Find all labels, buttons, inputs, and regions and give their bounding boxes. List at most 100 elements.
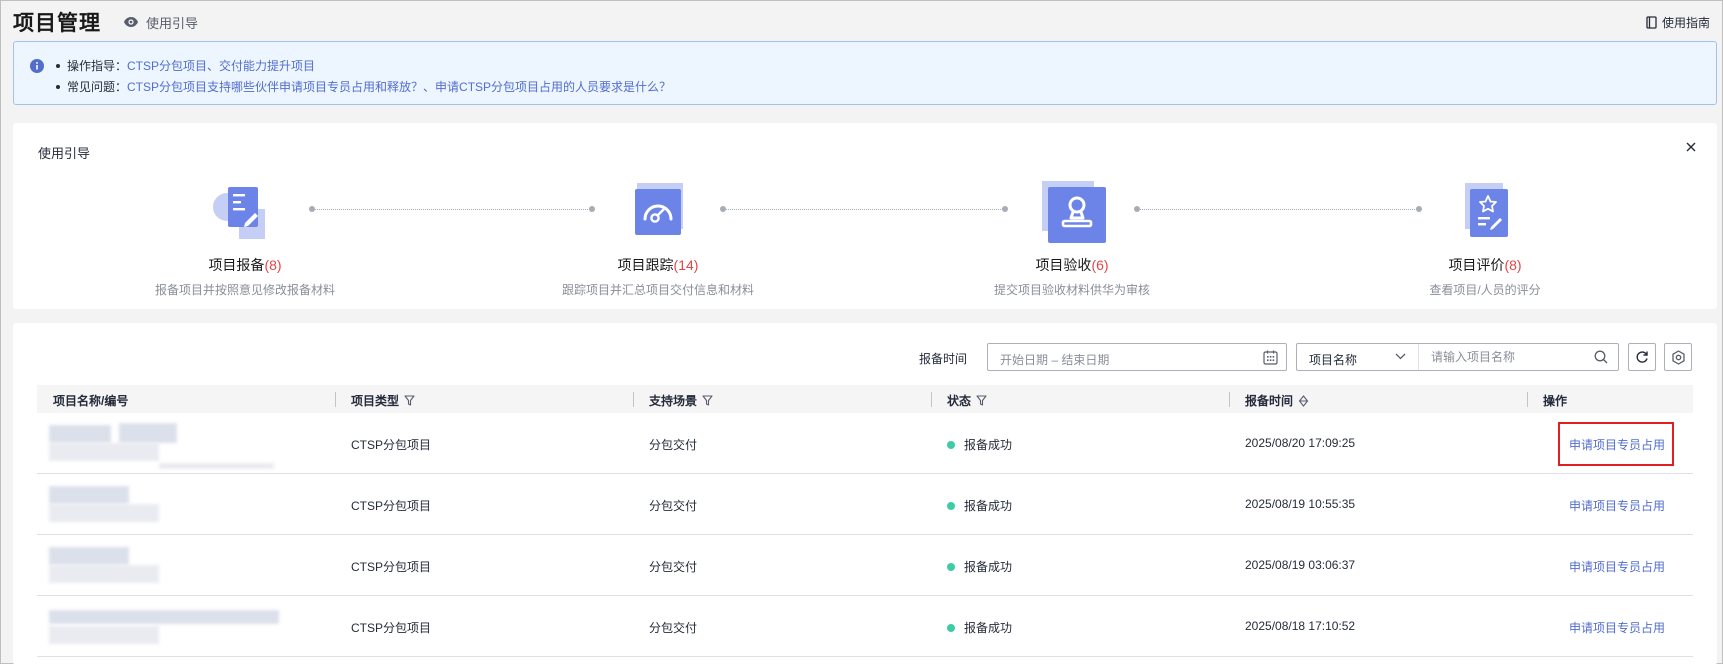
stamp-icon: [1032, 181, 1112, 247]
project-type: CTSP分包项目: [351, 621, 432, 635]
status-cell: 报备成功: [947, 558, 1012, 575]
status-success-dot: [947, 502, 955, 510]
step-count: (8): [1504, 257, 1522, 273]
column-header-type: 项目类型: [351, 392, 415, 409]
bullet: [56, 63, 60, 68]
status-success-dot: [947, 563, 955, 571]
banner-faq-link-2[interactable]: 申请CTSP分包项目占用的人员要求是什么？: [435, 78, 671, 95]
guide-panel-title: 使用引导: [38, 146, 91, 161]
banner-guide-link[interactable]: CTSP分包项目、交付能力提升项目: [127, 57, 315, 74]
step-description: 报备项目并按照意见修改报备材料: [154, 283, 335, 297]
guide-step-acceptance[interactable]: 项目验收(6) 提交项目验收材料供华为审核: [942, 181, 1202, 298]
column-divider: [335, 392, 336, 407]
step-name: 项目验收: [1035, 257, 1092, 273]
guide-toggle-label: 使用引导: [146, 15, 199, 31]
status-text: 报备成功: [964, 438, 1013, 452]
refresh-icon: [1636, 351, 1648, 363]
column-header-report-time: 报备时间: [1245, 392, 1309, 409]
column-divider: [1527, 392, 1528, 407]
table-row: CTSP分包项目 分包交付 报备成功 2025/08/19 10:55:35 申…: [37, 474, 1693, 535]
banner-guide-prefix: 操作指导：: [67, 59, 128, 73]
project-type: CTSP分包项目: [351, 560, 432, 574]
report-time: 2025/08/18 17:10:52: [1245, 619, 1356, 633]
table-header: 项目名称/编号 项目类型 支持场景 状态 报备时间 操作: [37, 385, 1693, 413]
status-text: 报备成功: [964, 560, 1013, 574]
gauge-icon: [618, 181, 698, 247]
table-row: CTSP分包项目 分包交付 报备成功 2025/08/20 17:09:25 申…: [37, 413, 1693, 474]
page-title: 项目管理: [13, 12, 101, 35]
status-cell: 报备成功: [947, 436, 1012, 453]
column-divider: [633, 392, 634, 407]
bullet: [56, 84, 60, 89]
column-title: 项目类型: [351, 394, 400, 408]
column-header-status: 状态: [947, 392, 987, 409]
step-name: 项目评价: [1448, 257, 1505, 273]
step-label: 项目验收(6): [942, 255, 1202, 275]
step-count: (14): [673, 257, 699, 273]
column-header-scene: 支持场景: [649, 392, 713, 409]
report-time: 2025/08/19 03:06:37: [1245, 558, 1356, 572]
filter-icon[interactable]: [976, 395, 987, 406]
guide-step-evaluation[interactable]: 项目评价(8) 查看项目/人员的评分: [1355, 181, 1615, 298]
project-type: CTSP分包项目: [351, 438, 432, 452]
step-name: 项目跟踪: [617, 257, 674, 273]
search-icon[interactable]: [1594, 350, 1608, 364]
banner-faq-separator: 、: [423, 80, 436, 94]
banner-faq-link-1[interactable]: CTSP分包项目支持哪些伙伴申请项目专员占用和释放？: [127, 78, 423, 95]
report-time: 2025/08/19 10:55:35: [1245, 497, 1356, 511]
apply-specialist-link[interactable]: 申请项目专员占用: [1569, 558, 1665, 575]
user-manual-link[interactable]: 使用指南: [1646, 14, 1710, 31]
search-field-select[interactable]: 项目名称: [1297, 344, 1419, 370]
settings-button[interactable]: [1664, 343, 1692, 371]
guide-step-report[interactable]: 项目报备(8) 报备项目并按照意见修改报备材料: [115, 181, 375, 298]
column-header-action: 操作: [1543, 392, 1567, 409]
banner-faq-prefix: 常见问题：: [67, 80, 128, 94]
step-label: 项目评价(8): [1355, 255, 1615, 275]
project-list-panel: 报备时间 开始日期 – 结束日期 项目名称 请输入项目名称 项目名称/编号 项目…: [13, 323, 1717, 664]
project-table: 项目名称/编号 项目类型 支持场景 状态 报备时间 操作 CTSP分包项目 分包…: [37, 385, 1693, 657]
date-range-picker[interactable]: 开始日期 – 结束日期: [987, 343, 1287, 371]
step-description: 查看项目/人员的评分: [1429, 283, 1541, 297]
step-name: 项目报备: [208, 257, 265, 273]
project-name-search-input[interactable]: [1431, 344, 1591, 370]
search-field-value: 项目名称: [1309, 353, 1358, 367]
table-row: CTSP分包项目 分包交付 报备成功 2025/08/18 17:10:52 申…: [37, 596, 1693, 657]
apply-specialist-link[interactable]: 申请项目专员占用: [1569, 497, 1665, 514]
guide-step-tracking[interactable]: 项目跟踪(14) 跟踪项目并汇总项目交付信息和材料: [528, 181, 788, 298]
filter-icon[interactable]: [404, 395, 415, 406]
step-label: 项目报备(8): [115, 255, 375, 275]
eye-icon: [124, 17, 138, 27]
project-type: CTSP分包项目: [351, 499, 432, 513]
support-scene: 分包交付: [649, 438, 698, 452]
project-search-group: 项目名称: [1296, 343, 1619, 371]
column-title: 操作: [1543, 394, 1568, 408]
star-document-icon: [1445, 181, 1525, 247]
refresh-button[interactable]: [1628, 343, 1656, 371]
calendar-icon: [1263, 350, 1278, 365]
status-cell: 报备成功: [947, 619, 1012, 636]
report-time: 2025/08/20 17:09:25: [1245, 436, 1356, 450]
search-input-wrapper: [1419, 344, 1618, 370]
status-text: 报备成功: [964, 621, 1013, 635]
column-header-name: 项目名称/编号: [53, 392, 128, 409]
column-title: 状态: [947, 394, 972, 408]
gear-icon: [1671, 349, 1685, 365]
guide-toggle-button[interactable]: 使用引导: [123, 13, 198, 32]
support-scene: 分包交付: [649, 499, 698, 513]
user-manual-label: 使用指南: [1661, 16, 1710, 30]
apply-specialist-link[interactable]: 申请项目专员占用: [1569, 619, 1665, 636]
filter-icon[interactable]: [702, 395, 713, 406]
column-title: 报备时间: [1245, 394, 1294, 408]
support-scene: 分包交付: [649, 560, 698, 574]
step-description: 跟踪项目并汇总项目交付信息和材料: [561, 283, 754, 297]
step-count: (8): [264, 257, 282, 273]
table-row: CTSP分包项目 分包交付 报备成功 2025/08/19 03:06:37 申…: [37, 535, 1693, 596]
close-icon[interactable]: [1685, 141, 1697, 153]
sort-icon[interactable]: [1298, 394, 1309, 407]
status-cell: 报备成功: [947, 497, 1012, 514]
support-scene: 分包交付: [649, 621, 698, 635]
usage-guide-panel: 使用引导 项目报备(8) 报备项目并按照意见修改报备材料 项目跟踪(14) 跟踪…: [13, 123, 1717, 309]
step-label: 项目跟踪(14): [528, 255, 788, 275]
banner-line-faq: 常见问题： CTSP分包项目支持哪些伙伴申请项目专员占用和释放？ 、 申请CTS…: [56, 78, 671, 95]
apply-specialist-link[interactable]: 申请项目专员占用: [1569, 436, 1665, 453]
